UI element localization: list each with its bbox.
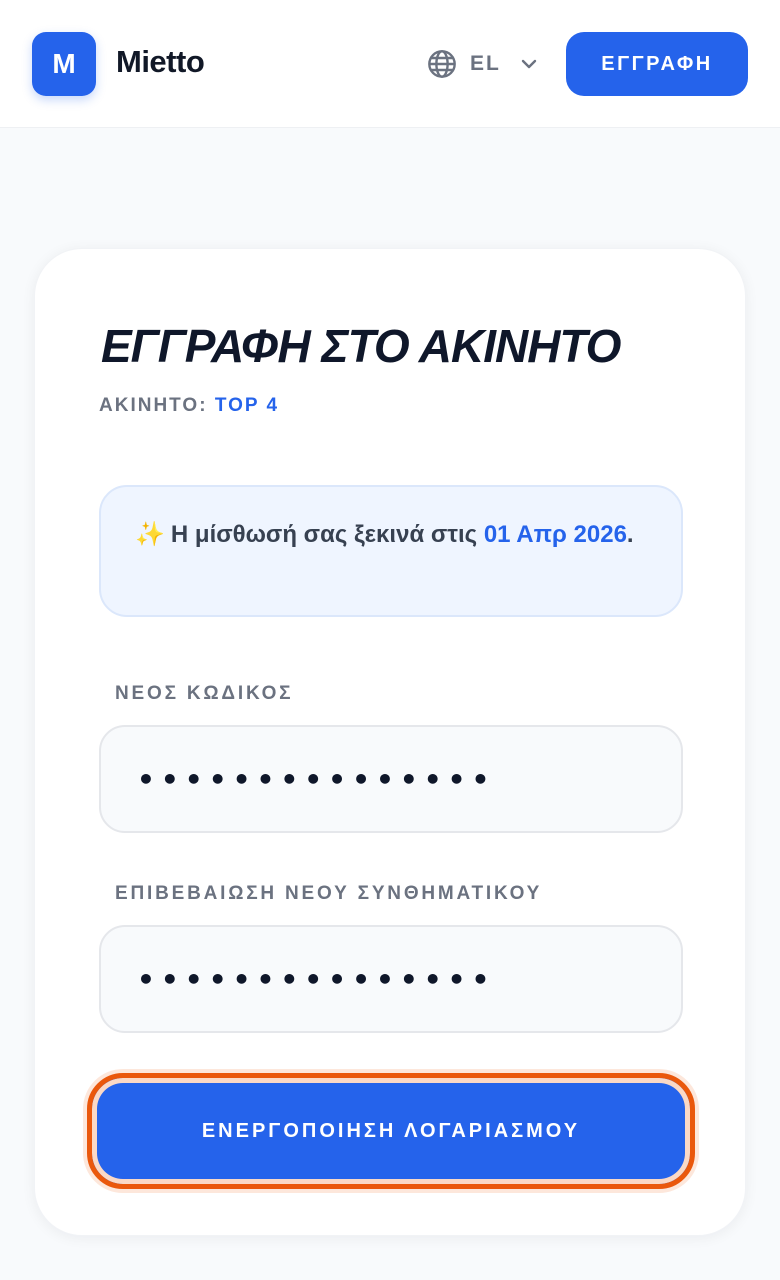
lease-start-notice: ✨ Η μίσθωσή σας ξεκινά στις 01 Απρ 2026. bbox=[99, 485, 683, 617]
confirm-password-input[interactable] bbox=[137, 962, 681, 996]
notice-end: . bbox=[626, 521, 634, 548]
property-value: TOP 4 bbox=[214, 395, 280, 416]
property-line: ΑΚΙΝΗΤΟ: TOP 4 bbox=[99, 395, 279, 417]
sparkles-icon: ✨ bbox=[135, 521, 165, 548]
logo[interactable]: M bbox=[32, 32, 96, 96]
signup-button[interactable]: ΕΓΓΡΑΦΗ bbox=[566, 32, 748, 96]
lease-start-date: 01 Απρ 2026 bbox=[483, 521, 627, 548]
property-label: ΑΚΙΝΗΤΟ: bbox=[99, 395, 208, 416]
new-password-input[interactable] bbox=[137, 762, 681, 796]
language-selector[interactable]: EL bbox=[426, 46, 541, 82]
top-header: M Mietto EL ΕΓΓΡΑΦΗ bbox=[0, 0, 780, 128]
activate-account-button[interactable]: ΕΝΕΡΓΟΠΟΙΗΣΗ ΛΟΓΑΡΙΑΣΜΟΥ bbox=[87, 1073, 695, 1189]
registration-card: ΕΓΓΡΑΦΗ ΣΤΟ ΑΚΙΝΗΤΟ ΑΚΙΝΗΤΟ: TOP 4 ✨ Η μί… bbox=[34, 248, 746, 1236]
globe-icon bbox=[428, 50, 456, 78]
page-title: ΕΓΓΡΑΦΗ ΣΤΟ ΑΚΙΝΗΤΟ bbox=[101, 320, 621, 372]
confirm-password-field[interactable] bbox=[99, 925, 683, 1033]
new-password-field[interactable] bbox=[99, 725, 683, 833]
confirm-password-label: ΕΠΙΒΕΒΑΙΩΣΗ ΝΕΟΥ ΣΥΝΘΗΜΑΤΙΚΟΥ bbox=[115, 883, 543, 904]
language-code: EL bbox=[470, 52, 501, 75]
chevron-down-icon bbox=[521, 59, 537, 69]
brand-name: Mietto bbox=[116, 44, 205, 79]
new-password-label: ΝΕΟΣ ΚΩΔΙΚΟΣ bbox=[115, 683, 294, 704]
notice-text: Η μίσθωσή σας ξεκινά στις bbox=[170, 521, 478, 548]
